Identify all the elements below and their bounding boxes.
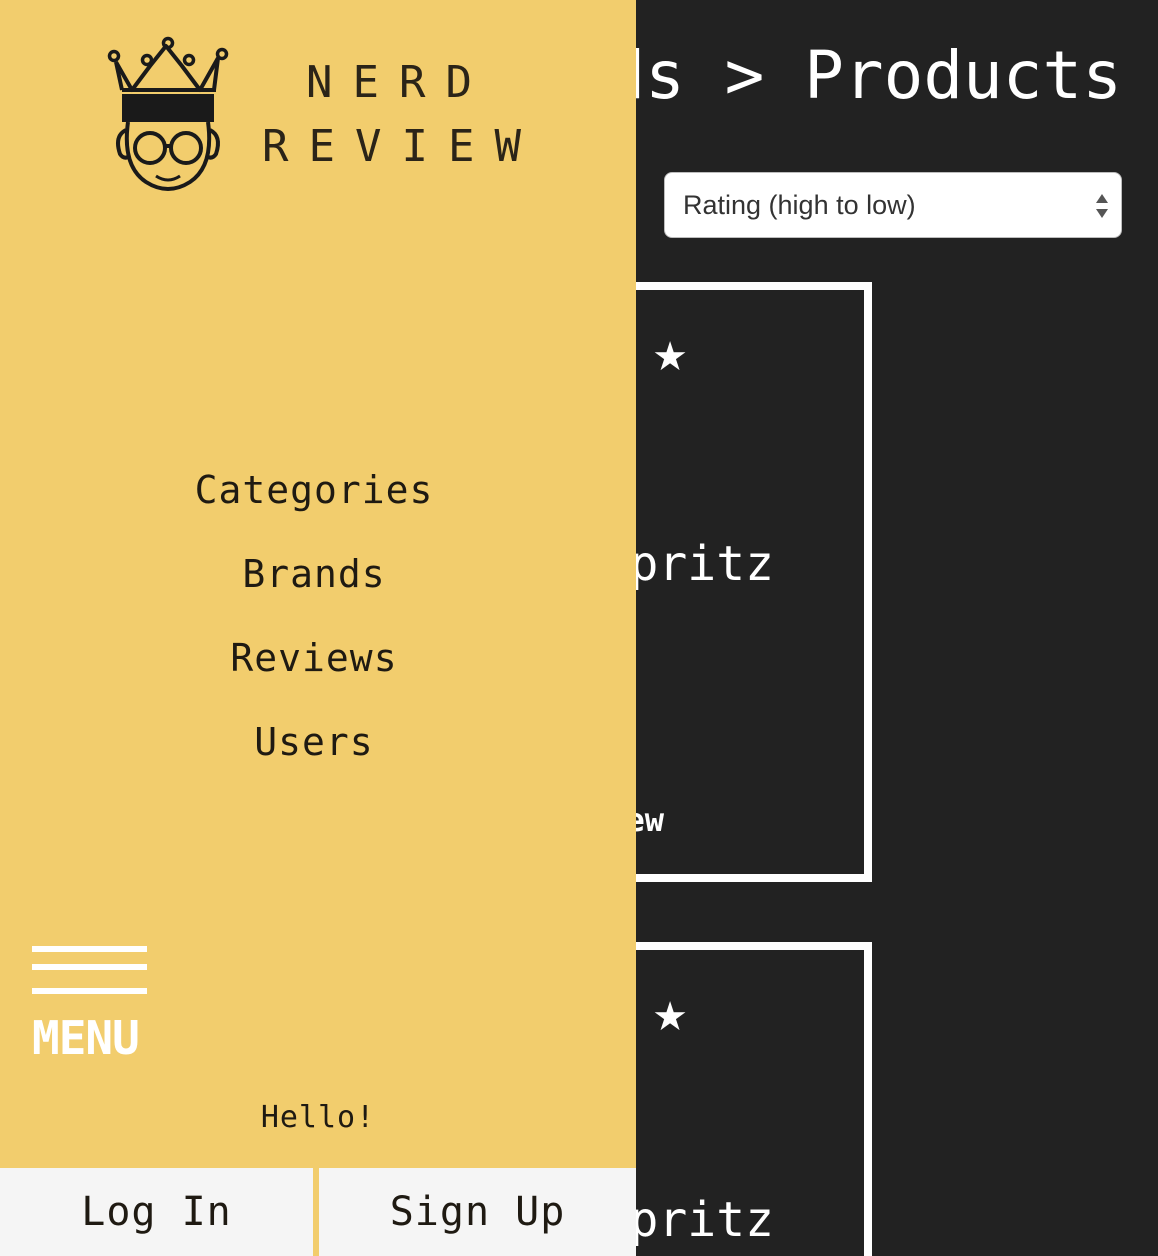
greeting-text: Hello! (260, 1100, 376, 1135)
menu-label: MENU (32, 1011, 140, 1065)
nav-item-users[interactable]: Users (0, 714, 632, 798)
select-arrows-icon (1096, 194, 1108, 218)
nav-item-brands[interactable]: Brands (0, 546, 632, 630)
hamburger-menu-icon (32, 946, 147, 952)
nav-item-reviews[interactable]: Reviews (0, 630, 632, 714)
crowned-nerd-logo-icon[interactable] (106, 36, 230, 194)
brand-name-line-1: NERD (306, 57, 492, 108)
hamburger-menu-icon (32, 964, 147, 970)
breadcrumb: ds > Products (605, 37, 1122, 114)
sort-select-value: Rating (high to low) (683, 189, 916, 220)
product-name[interactable]: pritz (630, 534, 775, 594)
menu-toggle-button[interactable]: MENU (32, 946, 148, 1066)
product-name[interactable]: pritz (630, 1190, 775, 1250)
nav-item-categories[interactable]: Categories (0, 462, 632, 546)
sort-select[interactable]: Rating (high to low) (664, 172, 1122, 238)
drawer-nav: Categories Brands Reviews Users (0, 462, 636, 798)
login-button[interactable]: Log In (0, 1168, 313, 1256)
page: ds > Products Rating (high to low) 5 ★ p… (0, 0, 1158, 1256)
brand-name-line-2: REVIEW (262, 121, 541, 172)
nav-drawer: NERD REVIEW Categories Brands Reviews Us… (0, 0, 636, 1256)
signup-button[interactable]: Sign Up (319, 1168, 636, 1256)
hamburger-menu-icon (32, 988, 147, 994)
